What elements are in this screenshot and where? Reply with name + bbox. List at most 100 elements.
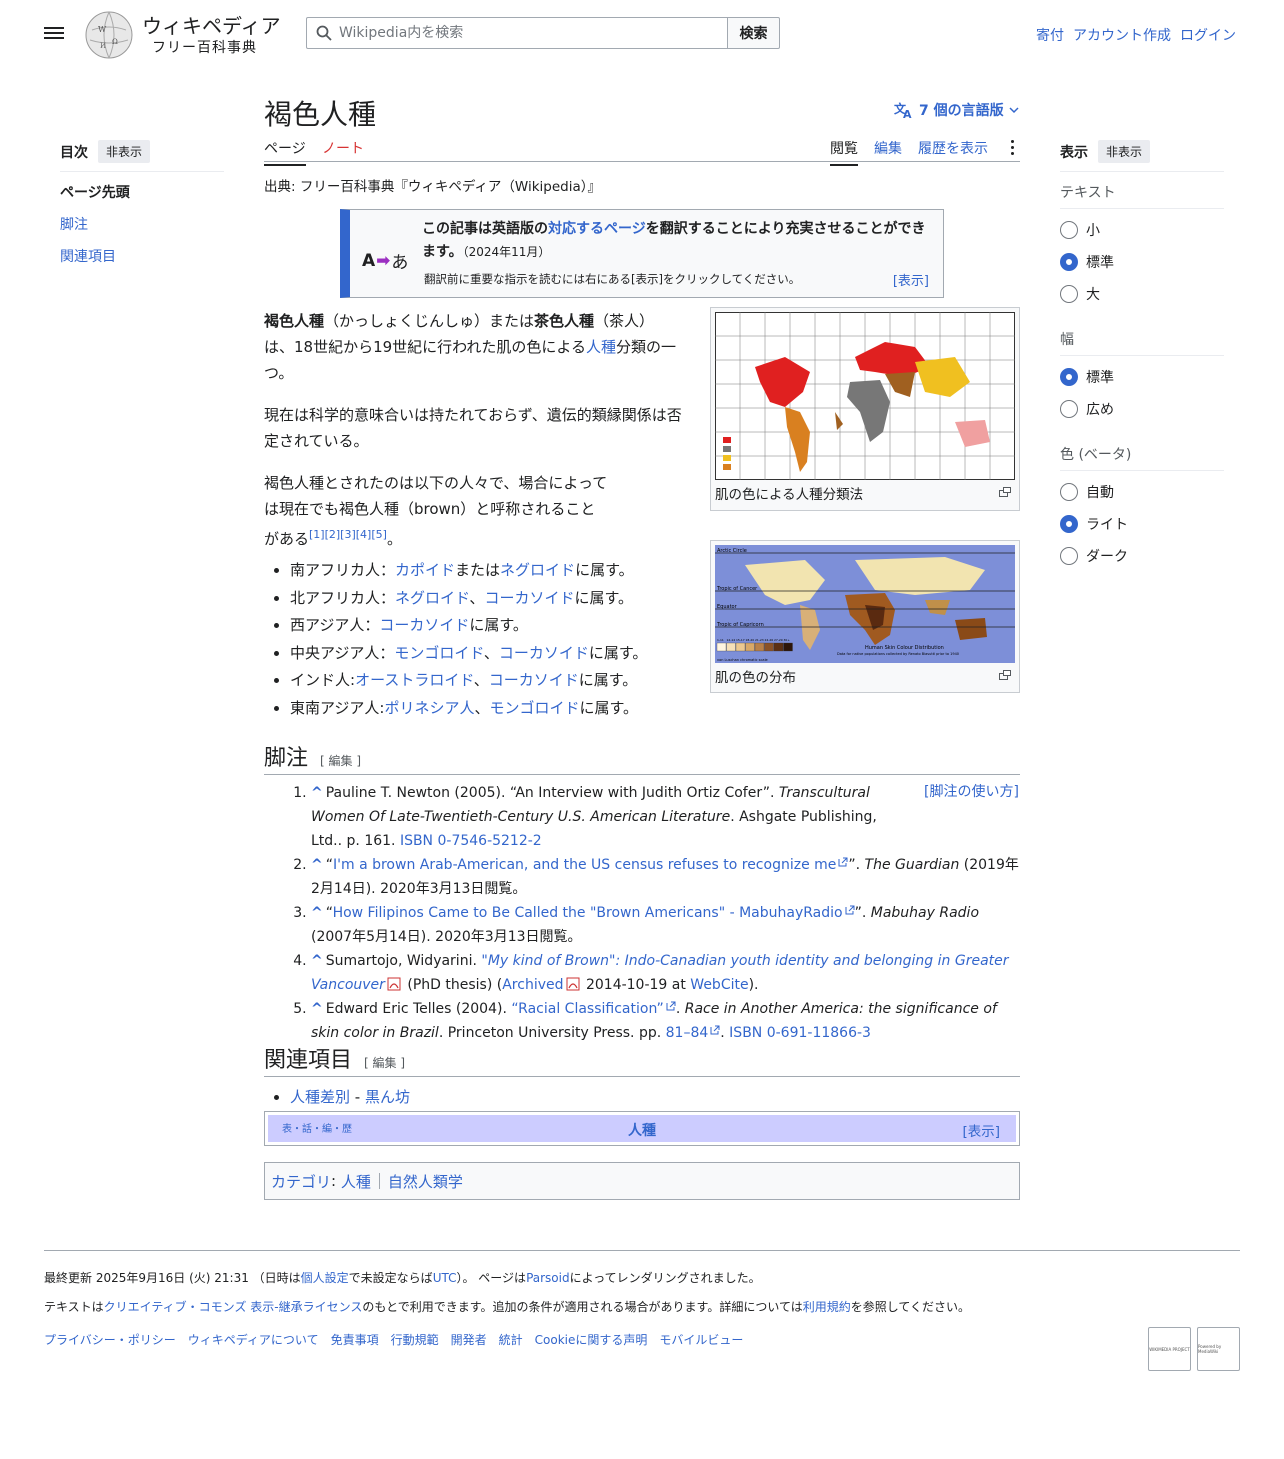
logo-title[interactable]: ウィキペディア: [142, 10, 281, 39]
search-input[interactable]: [337, 24, 727, 42]
search-box[interactable]: [306, 17, 728, 49]
color-light[interactable]: ライト: [1060, 514, 1128, 534]
parsoid-link[interactable]: Parsoid: [526, 1271, 570, 1285]
terms-link[interactable]: 利用規約: [803, 1300, 851, 1314]
color-auto[interactable]: 自動: [1060, 482, 1114, 502]
back-link[interactable]: ^: [311, 857, 323, 873]
race-group-link[interactable]: オーストラロイド: [355, 671, 474, 689]
footer-link[interactable]: 行動規範: [391, 1331, 439, 1348]
category-race[interactable]: 人種: [341, 1171, 371, 1192]
footer-link[interactable]: 免責事項: [331, 1331, 379, 1348]
edit-section-link[interactable]: [ 編集 ]: [320, 754, 361, 768]
search-button[interactable]: 検索: [727, 17, 780, 49]
external-link[interactable]: How Filipinos Came to Be Called the "Bro…: [333, 905, 843, 921]
appearance-hide-button[interactable]: 非表示: [1098, 140, 1151, 163]
external-link[interactable]: “Racial Classification”: [511, 1001, 663, 1017]
notice-show-toggle[interactable]: [表示]: [893, 270, 929, 289]
appearance-title: 表示: [1060, 144, 1088, 161]
tab-read[interactable]: 閲覧: [830, 138, 858, 166]
width-wide[interactable]: 広め: [1060, 399, 1114, 419]
text-size-large[interactable]: 大: [1060, 284, 1100, 304]
edit-section-link[interactable]: [ 編集 ]: [364, 1056, 405, 1070]
more-actions-icon[interactable]: [1006, 138, 1018, 156]
pdf-icon: [387, 977, 401, 991]
race-group-link[interactable]: コーカソイド: [489, 671, 579, 689]
create-account-link[interactable]: アカウント作成: [1073, 25, 1171, 45]
tab-edit[interactable]: 編集: [874, 138, 902, 164]
categories-label[interactable]: カテゴリ: [271, 1171, 331, 1192]
race-group-link[interactable]: カポイド: [395, 561, 455, 579]
mediawiki-badge[interactable]: Powered by MediaWiki: [1197, 1327, 1240, 1371]
footer-link[interactable]: モバイルビュー: [659, 1331, 743, 1348]
tab-page[interactable]: ページ: [264, 138, 306, 166]
toc-item-footnotes[interactable]: 脚注: [60, 214, 88, 234]
translate-icon: A ➡ あ: [362, 250, 409, 274]
skin-colour-map[interactable]: Arctic Circle Tropic of Cancer Equator T…: [715, 545, 1015, 663]
wikipedia-globe-logo[interactable]: W Ω И: [84, 10, 134, 60]
login-link[interactable]: ログイン: [1180, 25, 1236, 45]
preferences-link[interactable]: 個人設定: [301, 1271, 349, 1285]
user-links: 寄付 アカウント作成 ログイン: [1036, 25, 1236, 45]
tab-talk[interactable]: ノート: [322, 138, 364, 164]
back-link[interactable]: ^: [311, 953, 323, 969]
kuronbo-link[interactable]: 黒ん坊: [365, 1088, 410, 1106]
isbn-link[interactable]: ISBN 0-7546-5212-2: [400, 833, 542, 849]
racism-link[interactable]: 人種差別: [290, 1088, 350, 1106]
enlarge-icon[interactable]: [999, 487, 1011, 497]
race-link[interactable]: 人種: [586, 338, 616, 356]
category-physical-anthropology[interactable]: 自然人類学: [388, 1171, 463, 1192]
footer-link[interactable]: プライバシー・ポリシー: [44, 1331, 176, 1348]
race-group-link[interactable]: コーカソイド: [379, 616, 469, 634]
utc-link[interactable]: UTC: [433, 1271, 457, 1285]
notice-note: 翻訳前に重要な指示を読むには右にある[表示]をクリックしてください。: [424, 272, 801, 286]
race-group-link[interactable]: ネグロイド: [395, 589, 469, 607]
back-link[interactable]: ^: [311, 1001, 323, 1017]
license-link[interactable]: クリエイティブ・コモンズ 表示-継承ライセンス: [104, 1300, 363, 1314]
toc-item-related[interactable]: 関連項目: [60, 246, 116, 266]
footer-links: プライバシー・ポリシー ウィキペディアについて 免責事項 行動規範 開発者 統計 Cooki…: [44, 1331, 743, 1348]
archive-link[interactable]: Archived: [502, 977, 563, 993]
webcite-link[interactable]: WebCite: [690, 977, 748, 993]
thumbnail-skin-map: Arctic Circle Tropic of Cancer Equator T…: [710, 540, 1020, 693]
pages-link[interactable]: 81–84: [666, 1025, 709, 1041]
back-link[interactable]: ^: [311, 905, 323, 921]
race-group-link[interactable]: モンゴロイド: [490, 699, 580, 717]
toc-item-top[interactable]: ページ先頭: [60, 182, 130, 202]
svg-text:И: И: [100, 42, 106, 50]
scale-label: 30+: [784, 638, 791, 642]
race-group-link[interactable]: コーカソイド: [499, 644, 589, 662]
list-item: 東南アジア人:ポリネシア人、モンゴロイドに属す。: [290, 695, 710, 723]
toc-hide-button[interactable]: 非表示: [98, 140, 151, 163]
footer-link[interactable]: ウィキペディアについて: [188, 1331, 319, 1348]
external-link[interactable]: I'm a brown Arab-American, and the US ce…: [333, 857, 836, 873]
wikimedia-badge[interactable]: WIKIMEDIA PROJECT: [1148, 1327, 1191, 1371]
list-item: 西アジア人：コーカソイドに属す。: [290, 612, 710, 640]
race-group-link[interactable]: ネグロイド: [500, 561, 575, 579]
text-size-small[interactable]: 小: [1060, 220, 1100, 240]
isbn-link[interactable]: ISBN 0-691-11866-3: [729, 1025, 871, 1041]
color-dark[interactable]: ダーク: [1060, 546, 1128, 566]
enlarge-icon[interactable]: [999, 670, 1011, 680]
citation-refs[interactable]: [1][2][3][4][5]: [309, 528, 387, 541]
references-list: ^Pauline T. Newton (2005). “An Interview…: [290, 781, 1020, 1045]
main-menu-button[interactable]: [44, 24, 64, 42]
corresponding-page-link[interactable]: 対応するページ: [548, 221, 646, 237]
footer-link[interactable]: 統計: [499, 1331, 523, 1348]
tab-history[interactable]: 履歴を表示: [918, 138, 988, 164]
language-button[interactable]: 文A 7 個の言語版: [894, 100, 1019, 120]
logo-subtitle: フリー百科事典: [152, 40, 257, 56]
text-size-standard[interactable]: 標準: [1060, 252, 1114, 272]
footer-link[interactable]: Cookieに関する声明: [535, 1331, 648, 1348]
width-standard[interactable]: 標準: [1060, 367, 1114, 387]
race-group-link[interactable]: ポリネシア人: [384, 699, 474, 717]
race-group-link[interactable]: モンゴロイド: [394, 644, 483, 662]
scale-label: 12-14: [727, 638, 736, 642]
navbox-title[interactable]: 人種: [268, 1120, 1016, 1140]
race-group-link[interactable]: コーカソイド: [484, 589, 574, 607]
back-link[interactable]: ^: [311, 785, 323, 801]
footer-link[interactable]: 開発者: [451, 1331, 487, 1348]
scale-swatch: [783, 642, 793, 652]
donate-link[interactable]: 寄付: [1036, 25, 1064, 45]
race-classification-map[interactable]: [715, 312, 1015, 480]
navbox-show-toggle[interactable]: [表示]: [962, 1120, 1000, 1140]
